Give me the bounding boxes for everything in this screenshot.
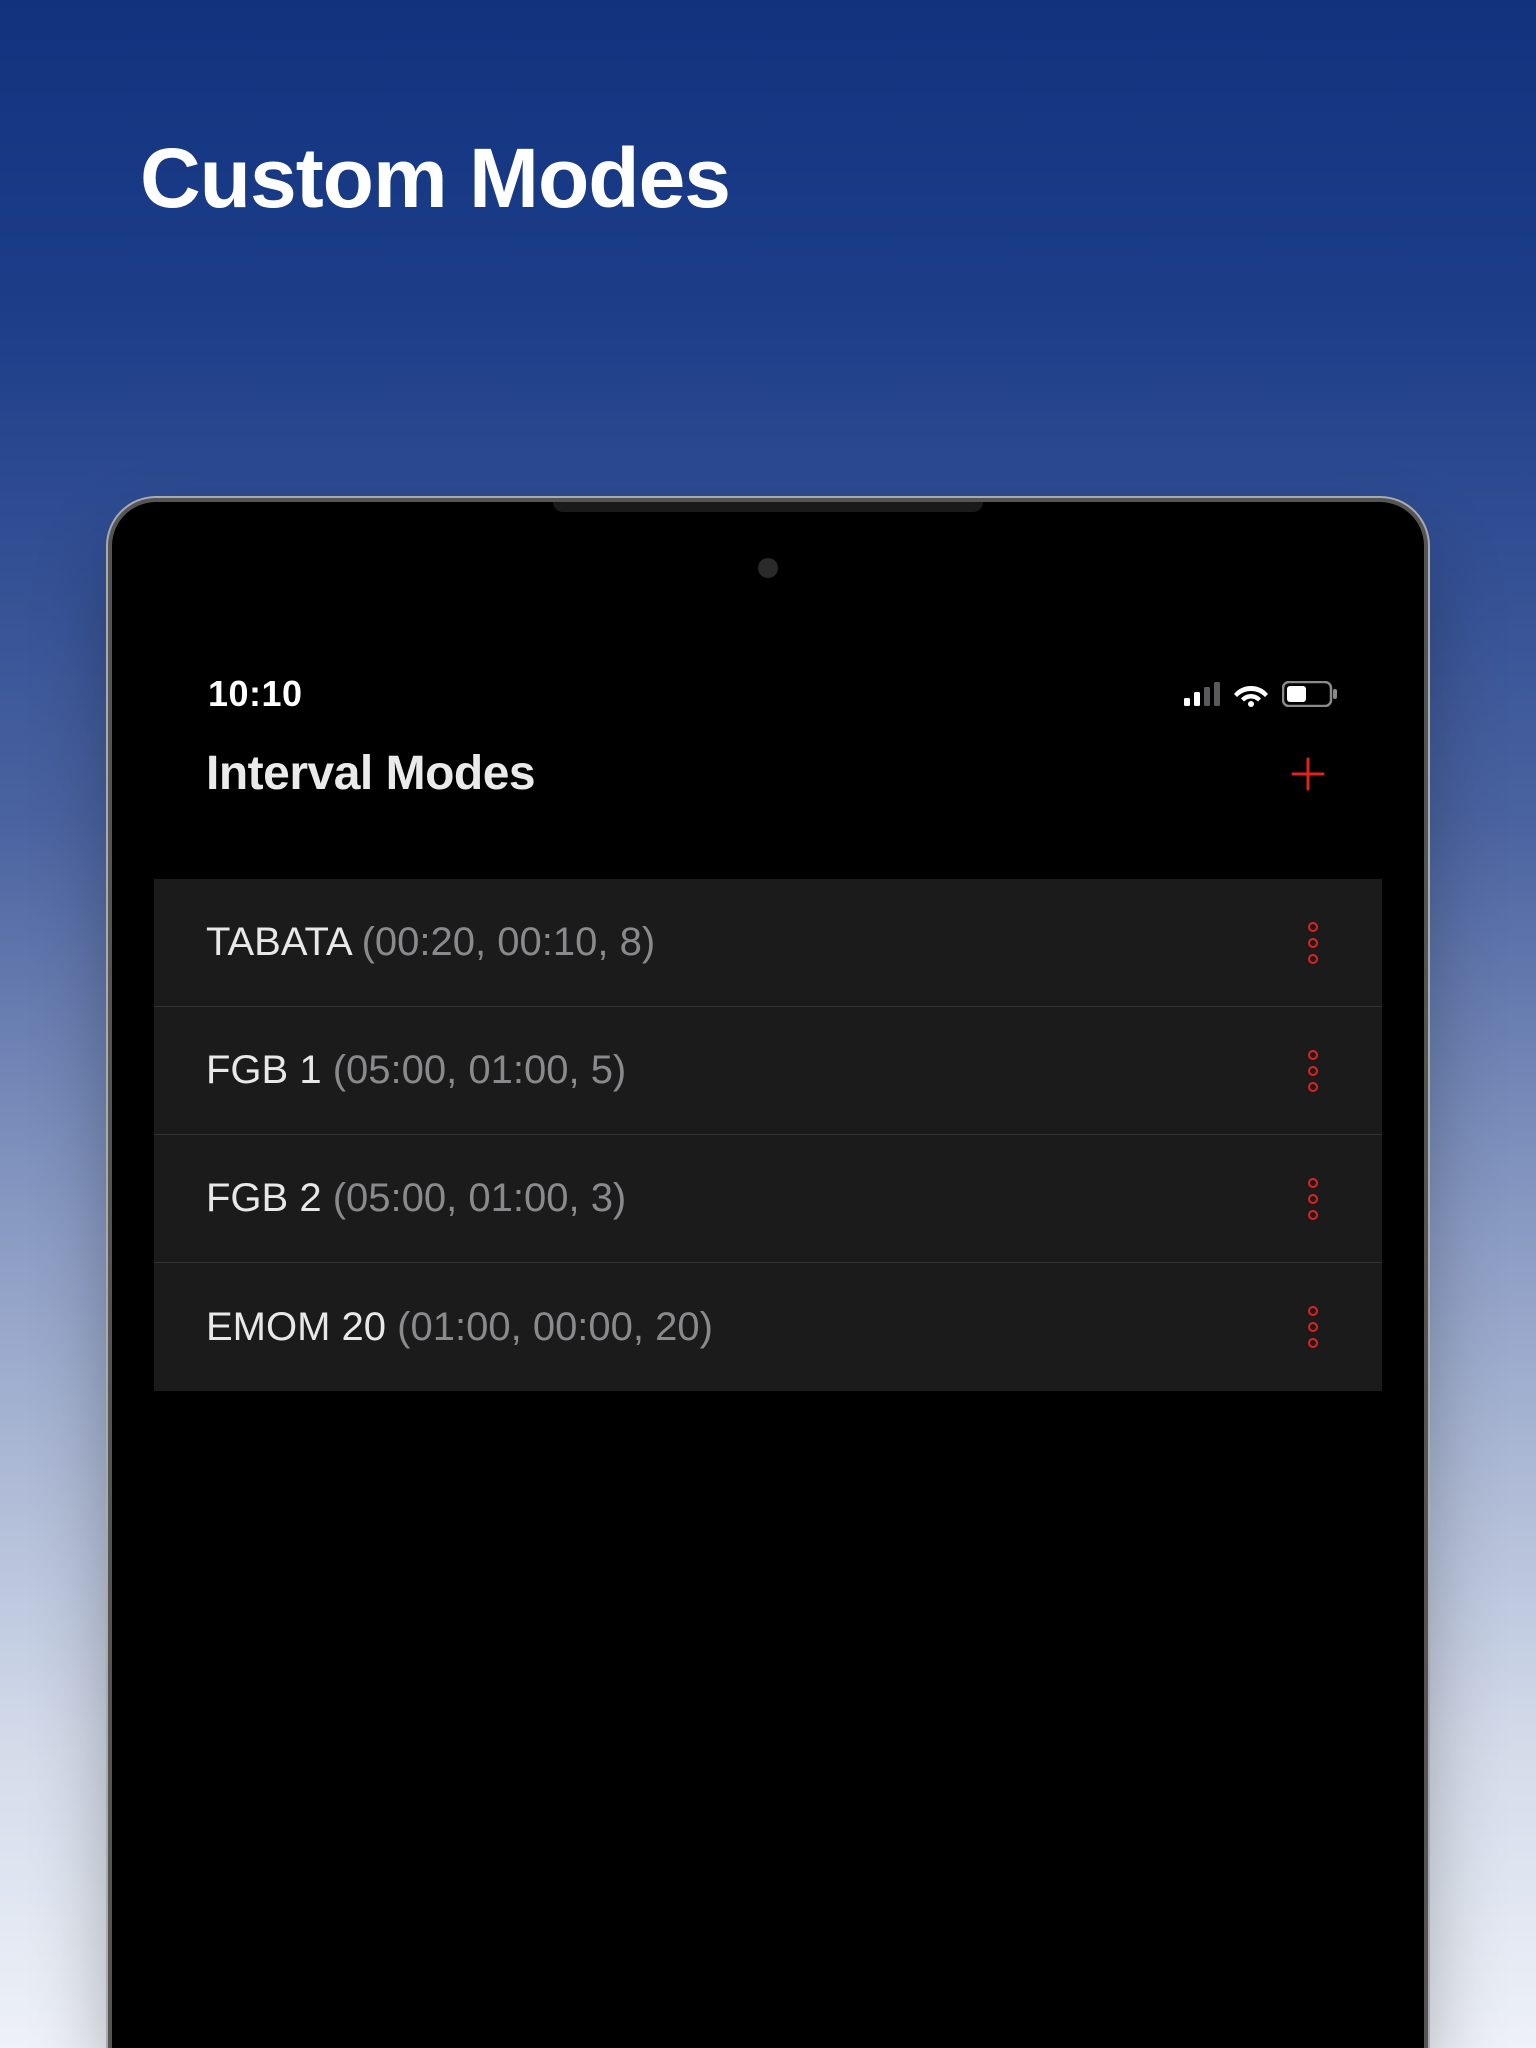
tablet-frame: 10:10 xyxy=(112,502,1424,2048)
status-time: 10:10 xyxy=(208,673,303,715)
battery-icon xyxy=(1282,681,1338,707)
list-item[interactable]: TABATA (00:20, 00:10, 8) xyxy=(154,879,1382,1007)
modes-list: TABATA (00:20, 00:10, 8) FGB 1 (05:00, 0… xyxy=(154,879,1382,1391)
nav-bar: Interval Modes xyxy=(154,722,1382,829)
list-item-label: FGB 2 (05:00, 01:00, 3) xyxy=(206,1176,626,1221)
mode-name: EMOM 20 xyxy=(206,1305,386,1349)
list-item[interactable]: EMOM 20 (01:00, 00:00, 20) xyxy=(154,1263,1382,1391)
mode-detail: (05:00, 01:00, 3) xyxy=(333,1176,627,1220)
status-bar: 10:10 xyxy=(154,632,1382,722)
tablet-notch xyxy=(553,502,983,512)
plus-icon xyxy=(1290,756,1326,792)
more-vertical-icon xyxy=(1308,1306,1318,1348)
cellular-icon xyxy=(1184,682,1220,706)
list-item-label: TABATA (00:20, 00:10, 8) xyxy=(206,920,655,965)
list-item[interactable]: FGB 1 (05:00, 01:00, 5) xyxy=(154,1007,1382,1135)
wifi-icon xyxy=(1232,681,1270,707)
mode-detail: (00:20, 00:10, 8) xyxy=(362,920,656,964)
list-item[interactable]: FGB 2 (05:00, 01:00, 3) xyxy=(154,1135,1382,1263)
more-vertical-icon xyxy=(1308,922,1318,964)
more-button[interactable] xyxy=(1296,1176,1330,1222)
promo-title: Custom Modes xyxy=(140,130,730,227)
tablet-camera xyxy=(758,558,778,578)
list-item-label: FGB 1 (05:00, 01:00, 5) xyxy=(206,1048,626,1093)
add-button[interactable] xyxy=(1286,752,1330,796)
list-item-label: EMOM 20 (01:00, 00:00, 20) xyxy=(206,1305,713,1350)
more-vertical-icon xyxy=(1308,1178,1318,1220)
mode-detail: (01:00, 00:00, 20) xyxy=(397,1305,713,1349)
mode-name: FGB 2 xyxy=(206,1176,322,1220)
more-button[interactable] xyxy=(1296,1304,1330,1350)
app-screen: 10:10 xyxy=(154,632,1382,2048)
more-button[interactable] xyxy=(1296,1048,1330,1094)
mode-name: FGB 1 xyxy=(206,1048,322,1092)
promo-background: Custom Modes 10:10 xyxy=(0,0,1536,2048)
mode-name: TABATA xyxy=(206,920,350,964)
more-button[interactable] xyxy=(1296,920,1330,966)
status-icons xyxy=(1184,681,1338,707)
mode-detail: (05:00, 01:00, 5) xyxy=(333,1048,627,1092)
more-vertical-icon xyxy=(1308,1050,1318,1092)
page-title: Interval Modes xyxy=(206,746,535,801)
